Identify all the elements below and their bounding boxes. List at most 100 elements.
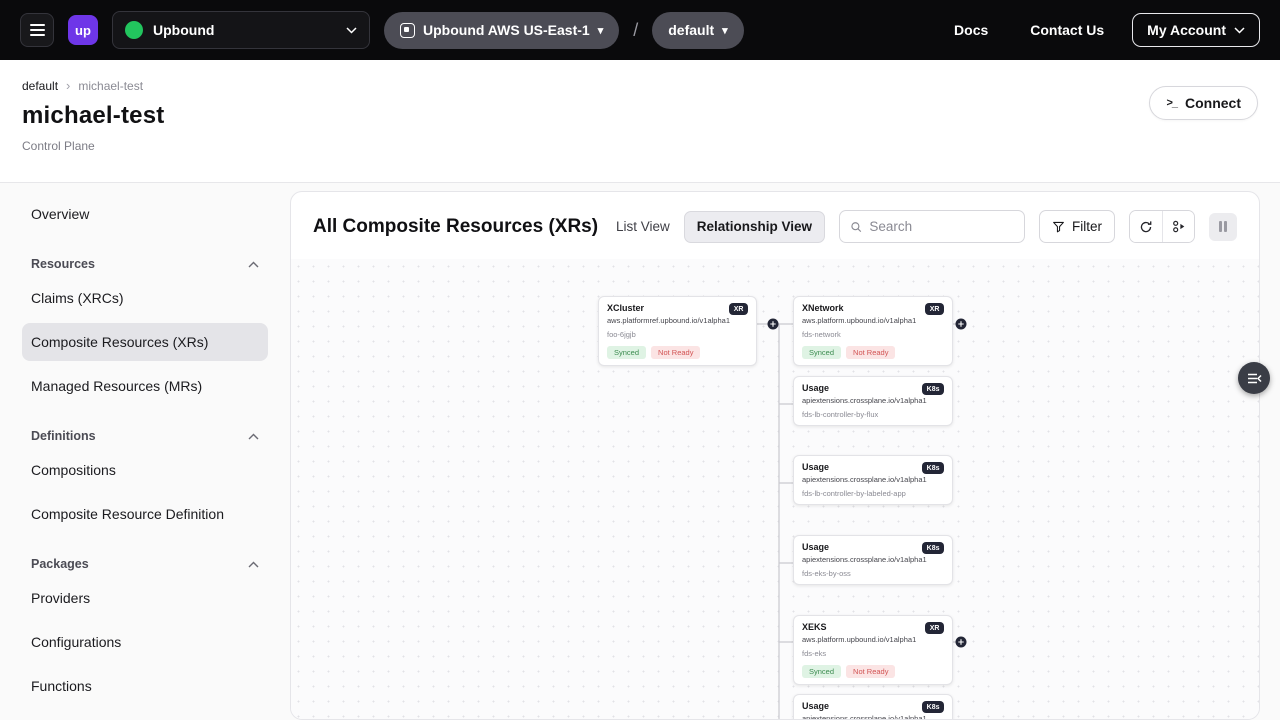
panel-toolbar: All Composite Resources (XRs) List View … (291, 192, 1259, 259)
sidebar-section-packages[interactable]: Packages (22, 549, 268, 579)
breadcrumb-current: michael-test (78, 79, 143, 93)
sidebar-item-managed-resources[interactable]: Managed Resources (MRs) (22, 367, 268, 405)
graph-node-usage[interactable]: Usage K8s apiextensions.crossplane.io/v1… (793, 455, 953, 505)
docs-link[interactable]: Docs (954, 22, 988, 38)
edge-collapse-dot (768, 319, 779, 330)
node-kind-badge: XR (925, 303, 944, 315)
node-kind-badge: K8s (922, 701, 944, 713)
upbound-logo[interactable]: up (68, 15, 98, 45)
pause-updates-button[interactable] (1209, 213, 1237, 241)
refresh-icon (1139, 220, 1153, 234)
breadcrumb-parent[interactable]: default (22, 79, 58, 93)
sidebar-item-overview[interactable]: Overview (22, 195, 268, 233)
sidebar-item-claims[interactable]: Claims (XRCs) (22, 279, 268, 317)
my-account-label: My Account (1147, 22, 1226, 38)
graph-node-xcluster[interactable]: XCluster XR aws.platformref.upbound.io/v… (598, 296, 757, 366)
node-api-version: apiextensions.crossplane.io/v1alpha1 (802, 714, 944, 719)
sidebar-section-definitions[interactable]: Definitions (22, 421, 268, 451)
sidebar-item-xrd[interactable]: Composite Resource Definition (22, 495, 268, 533)
edge-expand-dot (956, 319, 967, 330)
organization-dropdown-label: Upbound (153, 22, 214, 38)
breadcrumb-separator: / (633, 20, 638, 41)
control-plane-icon (400, 23, 415, 38)
synced-status-badge: Synced (802, 665, 841, 678)
funnel-icon (1052, 220, 1065, 233)
hamburger-menu-button[interactable] (20, 13, 54, 47)
relationship-view-tab[interactable]: Relationship View (684, 211, 825, 243)
sidebar-item-composite-resources[interactable]: Composite Resources (XRs) (22, 323, 268, 361)
graph-node-xnetwork[interactable]: XNetwork XR aws.platform.upbound.io/v1al… (793, 296, 953, 366)
node-resource-name: fds-eks (802, 649, 944, 658)
list-view-tab[interactable]: List View (616, 219, 670, 234)
node-resource-name: fds-lb-controller-by-flux (802, 410, 944, 419)
legend-icon (1247, 372, 1262, 385)
graph-node-xeks[interactable]: XEKS XR aws.platform.upbound.io/v1alpha1… (793, 615, 953, 685)
node-title: Usage (802, 701, 829, 711)
refresh-button[interactable] (1130, 211, 1162, 242)
node-api-version: aws.platform.upbound.io/v1alpha1 (802, 635, 944, 644)
relationship-graph-canvas[interactable]: XCluster XR aws.platformref.upbound.io/v… (291, 259, 1259, 719)
auto-layout-button[interactable] (1162, 211, 1194, 242)
sidebar-item-functions[interactable]: Functions (22, 667, 268, 705)
node-api-version: aws.platform.upbound.io/v1alpha1 (802, 316, 944, 325)
filter-button-label: Filter (1072, 219, 1102, 234)
node-kind-badge: XR (729, 303, 748, 315)
hamburger-icon (30, 24, 45, 26)
node-kind-badge: K8s (922, 462, 944, 474)
breadcrumb: default › michael-test (22, 78, 164, 93)
node-title: Usage (802, 462, 829, 472)
node-title: XNetwork (802, 303, 844, 313)
sidebar-item-configurations[interactable]: Configurations (22, 623, 268, 661)
chevron-down-icon (1234, 27, 1245, 34)
node-title: XCluster (607, 303, 644, 313)
sidebar: Overview Resources Claims (XRCs) Composi… (0, 183, 290, 720)
node-resource-name: fds-lb-controller-by-labeled-app (802, 489, 944, 498)
node-resource-name: fds-network (802, 330, 944, 339)
my-account-button[interactable]: My Account (1132, 13, 1260, 47)
chevron-down-icon (346, 27, 357, 34)
page-subtitle: Control Plane (22, 139, 164, 153)
node-kind-badge: XR (925, 622, 944, 634)
node-title: Usage (802, 542, 829, 552)
node-resource-name: foo-6jgjb (607, 330, 748, 339)
node-kind-badge: K8s (922, 383, 944, 395)
graph-node-usage[interactable]: Usage K8s apiextensions.crossplane.io/v1… (793, 535, 953, 585)
pause-icon (1219, 221, 1222, 232)
auto-layout-run-icon (1171, 219, 1186, 234)
graph-actions-group (1129, 210, 1195, 243)
connect-button[interactable]: >_ Connect (1149, 86, 1258, 120)
graph-edges (291, 259, 1259, 719)
contact-us-link[interactable]: Contact Us (1030, 22, 1104, 38)
node-api-version: apiextensions.crossplane.io/v1alpha1 (802, 396, 944, 405)
search-icon (850, 220, 862, 234)
synced-status-badge: Synced (607, 346, 646, 359)
graph-node-usage[interactable]: Usage K8s apiextensions.crossplane.io/v1… (793, 376, 953, 426)
filter-button[interactable]: Filter (1039, 210, 1115, 243)
legend-panel-toggle-button[interactable] (1238, 362, 1270, 394)
connect-button-label: Connect (1185, 95, 1241, 111)
group-dropdown-label: default (668, 22, 714, 38)
chevron-up-icon (248, 261, 259, 268)
page-header: default › michael-test michael-test Cont… (0, 60, 1280, 183)
node-title: Usage (802, 383, 829, 393)
terminal-icon: >_ (1166, 97, 1177, 109)
node-api-version: apiextensions.crossplane.io/v1alpha1 (802, 555, 944, 564)
space-dropdown[interactable]: Upbound AWS US-East-1 ▾ (384, 12, 619, 49)
node-title: XEKS (802, 622, 827, 632)
chevron-up-icon (248, 433, 259, 440)
node-resource-name: fds-eks-by-oss (802, 569, 944, 578)
not-ready-status-badge: Not Ready (846, 665, 895, 678)
space-dropdown-label: Upbound AWS US-East-1 (423, 22, 590, 38)
not-ready-status-badge: Not Ready (651, 346, 700, 359)
sidebar-section-resources[interactable]: Resources (22, 249, 268, 279)
chevron-up-icon (248, 561, 259, 568)
graph-node-usage[interactable]: Usage K8s apiextensions.crossplane.io/v1… (793, 694, 953, 719)
sidebar-item-compositions[interactable]: Compositions (22, 451, 268, 489)
not-ready-status-badge: Not Ready (846, 346, 895, 359)
triangle-down-icon: ▾ (722, 24, 728, 37)
organization-dropdown[interactable]: Upbound (112, 11, 370, 49)
sidebar-item-providers[interactable]: Providers (22, 579, 268, 617)
search-input[interactable] (869, 219, 1014, 234)
page-title: michael-test (22, 102, 164, 130)
group-dropdown[interactable]: default ▾ (652, 12, 743, 49)
